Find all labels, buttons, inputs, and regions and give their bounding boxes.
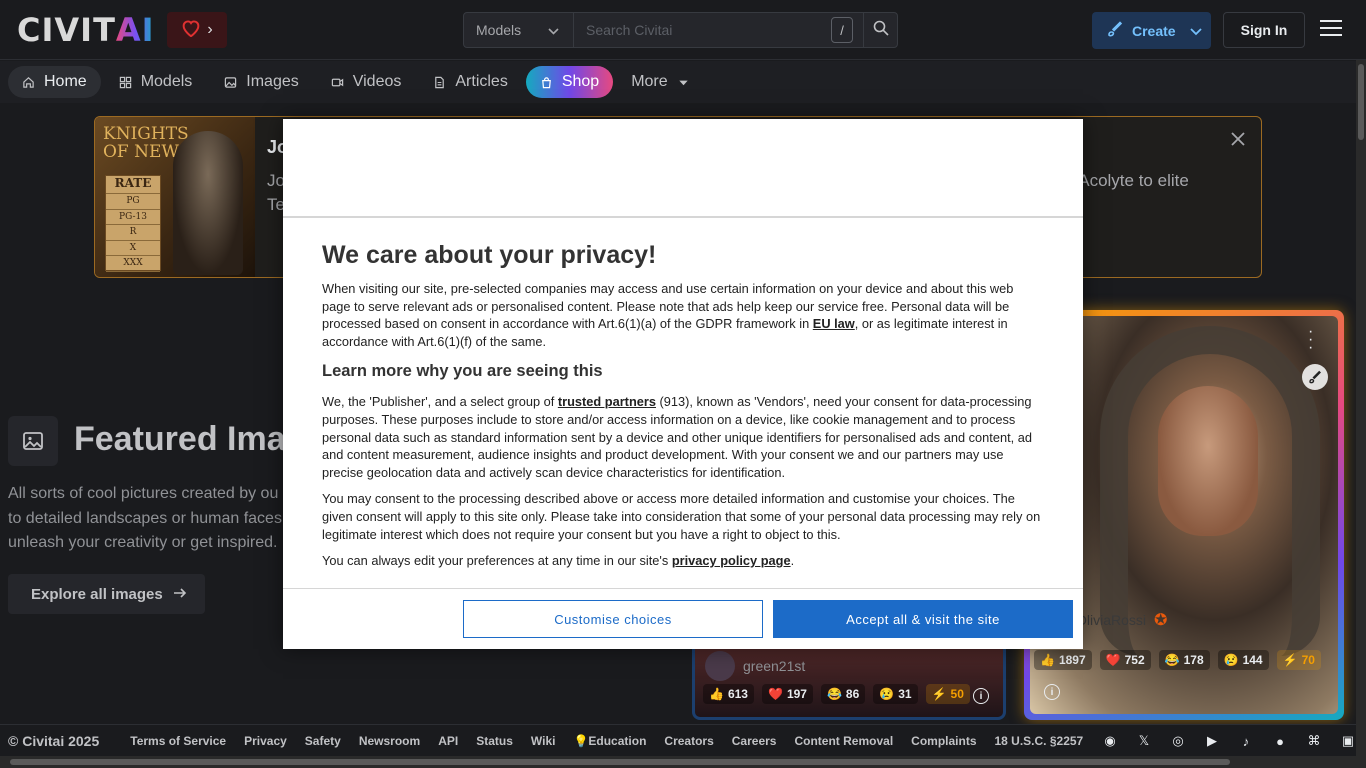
consent-text: You can always edit your preferences at … (322, 553, 672, 569)
accept-all-button[interactable]: Accept all & visit the site (773, 600, 1073, 638)
privacy-policy-link[interactable]: privacy policy page (672, 553, 791, 568)
consent-subtitle: Learn more why you are seeing this (322, 362, 603, 381)
consent-paragraph: We, the 'Publisher', and a select group … (322, 393, 1044, 481)
consent-paragraph: When visiting our site, pre-selected com… (322, 280, 1044, 350)
consent-paragraph: You can always edit your preferences at … (322, 552, 1044, 570)
trusted-partners-link[interactable]: trusted partners (558, 394, 656, 409)
consent-logo-area (283, 119, 1083, 218)
consent-text: . (790, 553, 795, 569)
eu-law-link[interactable]: EU law (813, 316, 855, 331)
consent-footer: Customise choices Accept all & visit the… (283, 588, 1083, 649)
consent-title: We care about your privacy! (322, 241, 657, 269)
privacy-consent-dialog: We care about your privacy! When visitin… (283, 119, 1083, 649)
consent-body: We care about your privacy! When visitin… (283, 220, 1083, 588)
consent-paragraph: You may consent to the processing descri… (322, 491, 1041, 542)
customise-choices-button[interactable]: Customise choices (463, 600, 763, 638)
consent-text: We, the 'Publisher', and a select group … (322, 394, 558, 410)
